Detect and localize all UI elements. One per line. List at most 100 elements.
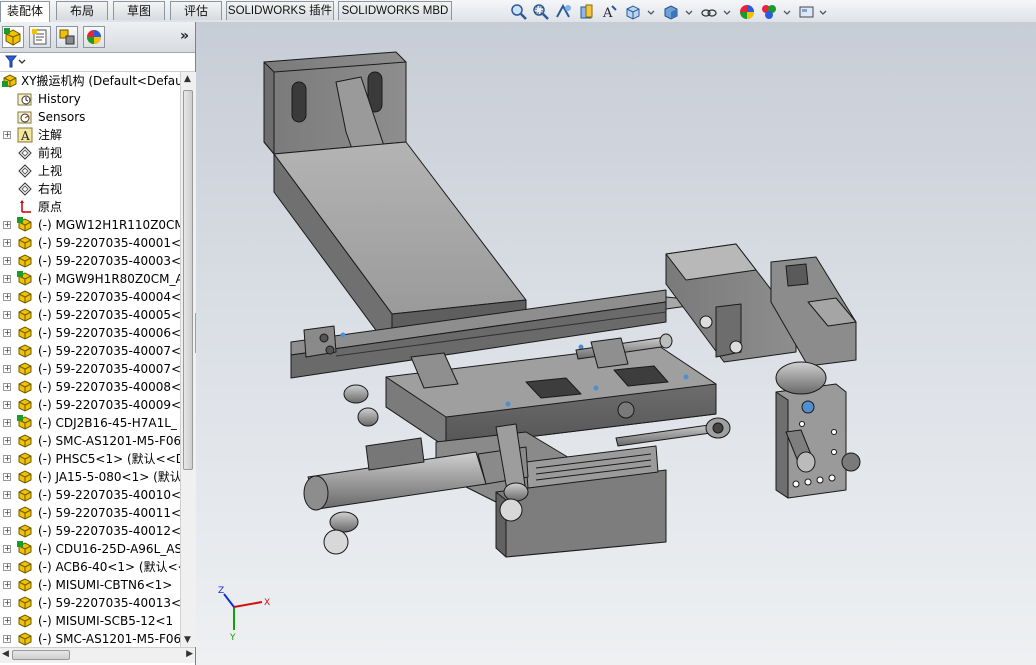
tree-item[interactable]: 右视 xyxy=(0,180,180,198)
panel-tabs: » xyxy=(0,22,195,53)
chevron-down-icon[interactable] xyxy=(642,3,660,21)
expand-toggle-icon[interactable]: + xyxy=(3,419,11,427)
tree-item[interactable]: 前视 xyxy=(0,144,180,162)
tree-item[interactable]: + (-) 59-2207035-40004<1 xyxy=(0,288,180,306)
scrollbar-thumb[interactable] xyxy=(12,650,70,660)
expand-toggle-icon[interactable]: + xyxy=(3,617,11,625)
assembly-model[interactable] xyxy=(196,22,1036,665)
chevron-down-icon[interactable] xyxy=(718,3,736,21)
tree-root-assembly[interactable]: XY搬运机构 (Default<Defau xyxy=(0,72,180,90)
origin-icon xyxy=(17,199,33,215)
tab-sketch[interactable]: 草图 xyxy=(113,1,165,20)
tree-item[interactable]: + (-) 59-2207035-40006<1 xyxy=(0,324,180,342)
expand-toggle-icon[interactable]: + xyxy=(3,365,11,373)
filter-icon[interactable] xyxy=(5,55,27,69)
expand-toggle-icon[interactable]: + xyxy=(3,545,11,553)
chevron-down-icon[interactable] xyxy=(778,3,796,21)
view-orientation-icon[interactable] xyxy=(624,3,642,21)
expand-toggle-icon[interactable]: + xyxy=(3,491,11,499)
tree-item[interactable]: + (-) SMC-AS1201-M5-F06 xyxy=(0,432,180,450)
tab-display-manager[interactable] xyxy=(83,26,105,48)
section-view-icon[interactable] xyxy=(578,3,596,21)
expand-toggle-icon[interactable]: + xyxy=(3,239,11,247)
expand-toggle-icon[interactable]: + xyxy=(3,473,11,481)
tab-assembly[interactable]: 装配体 xyxy=(0,1,50,22)
tree-item[interactable]: + (-) 59-2207035-40011<1 xyxy=(0,504,180,522)
chevron-down-icon[interactable] xyxy=(814,3,832,21)
tab-solidworks-mbd[interactable]: SOLIDWORKS MBD xyxy=(338,1,452,20)
tree-vertical-scrollbar[interactable]: ▲ ▼ xyxy=(180,72,196,647)
expand-chevron-icon[interactable]: » xyxy=(180,28,189,44)
previous-view-icon[interactable] xyxy=(554,3,572,21)
scroll-left-icon[interactable]: ◀ xyxy=(2,649,9,659)
tree-item[interactable]: + (-) ACB6-40<1> (默认<< xyxy=(0,558,180,576)
scroll-right-icon[interactable]: ▶ xyxy=(186,649,193,659)
zoom-to-fit-icon[interactable] xyxy=(510,3,528,21)
tree-item[interactable]: + (-) 59-2207035-40010<1 xyxy=(0,486,180,504)
tab-solidworks-addins[interactable]: SOLIDWORKS 插件 xyxy=(226,1,334,20)
apply-scene-icon[interactable] xyxy=(760,3,778,21)
expand-toggle-icon[interactable]: + xyxy=(3,221,11,229)
tree-item[interactable]: + (-) MGW12H1R110Z0CM xyxy=(0,216,180,234)
part-icon xyxy=(17,451,33,467)
tree-item[interactable]: + (-) CDJ2B16-45-H7A1L_ xyxy=(0,414,180,432)
tree-item[interactable]: + (-) 59-2207035-40007<1 xyxy=(0,342,180,360)
tree-item[interactable]: + (-) 59-2207035-40001<1 xyxy=(0,234,180,252)
hide-show-icon[interactable] xyxy=(700,3,718,21)
expand-toggle-icon[interactable]: + xyxy=(3,383,11,391)
tree-item[interactable]: 上视 xyxy=(0,162,180,180)
tree-item[interactable]: + (-) CDU16-25D-A96L_AS xyxy=(0,540,180,558)
tree-item[interactable]: + (-) 59-2207035-40003<1 xyxy=(0,252,180,270)
edit-appearance-icon[interactable] xyxy=(738,3,756,21)
tree-item[interactable]: Sensors xyxy=(0,108,180,126)
tree-item[interactable]: + (-) MISUMI-SCB5-12<1 xyxy=(0,612,180,630)
tree-item[interactable]: + (-) 59-2207035-40008<1 xyxy=(0,378,180,396)
graphics-area[interactable]: X Y Z xyxy=(196,22,1036,665)
tree-item[interactable]: + A 注解 xyxy=(0,126,180,144)
expand-toggle-icon[interactable]: + xyxy=(3,329,11,337)
tab-layout[interactable]: 布局 xyxy=(56,1,108,20)
tab-configuration-manager[interactable] xyxy=(56,26,78,48)
tree-item[interactable]: + (-) 59-2207035-40013<1 xyxy=(0,594,180,612)
scroll-up-icon[interactable]: ▲ xyxy=(184,74,191,84)
expand-toggle-icon[interactable]: + xyxy=(3,455,11,463)
tab-evaluate[interactable]: 评估 xyxy=(170,1,222,20)
tab-property-manager[interactable] xyxy=(29,26,51,48)
expand-toggle-icon[interactable]: + xyxy=(3,527,11,535)
expand-toggle-icon[interactable]: + xyxy=(3,311,11,319)
zoom-area-icon[interactable] xyxy=(532,3,550,21)
tree-item[interactable]: + (-) MGW9H1R80Z0CM_A xyxy=(0,270,180,288)
expand-toggle-icon[interactable]: + xyxy=(3,599,11,607)
tab-feature-manager[interactable] xyxy=(2,26,24,48)
expand-toggle-icon[interactable]: + xyxy=(3,131,11,139)
tree-item[interactable]: + (-) 59-2207035-40012<1 xyxy=(0,522,180,540)
expand-toggle-icon[interactable]: + xyxy=(3,437,11,445)
tree-item[interactable]: + (-) 59-2207035-40007<2 xyxy=(0,360,180,378)
plane-icon xyxy=(17,181,33,197)
tree-item[interactable]: + (-) 59-2207035-40005<1 xyxy=(0,306,180,324)
tree-item[interactable]: + (-) PHSC5<1> (默认<<D xyxy=(0,450,180,468)
expand-toggle-icon[interactable]: + xyxy=(3,401,11,409)
display-style-icon[interactable] xyxy=(662,3,680,21)
tree-item[interactable]: + (-) SMC-AS1201-M5-F06 xyxy=(0,630,180,647)
expand-toggle-icon[interactable]: + xyxy=(3,347,11,355)
dynamic-annotation-icon[interactable]: A xyxy=(600,3,618,21)
scroll-down-icon[interactable]: ▼ xyxy=(184,635,191,645)
chevron-down-icon[interactable] xyxy=(680,3,698,21)
expand-toggle-icon[interactable]: + xyxy=(3,509,11,517)
tree-horizontal-scrollbar[interactable]: ◀ ▶ xyxy=(0,647,195,663)
tree-item[interactable]: + (-) JA15-5-080<1> (默认 xyxy=(0,468,180,486)
tree-item[interactable]: 原点 xyxy=(0,198,180,216)
expand-toggle-icon[interactable]: + xyxy=(3,257,11,265)
tree-item[interactable]: + (-) MISUMI-CBTN6<1> xyxy=(0,576,180,594)
expand-toggle-icon[interactable]: + xyxy=(3,293,11,301)
scrollbar-thumb[interactable] xyxy=(183,90,193,470)
tree-item[interactable]: + (-) 59-2207035-40009<1 xyxy=(0,396,180,414)
tree-item[interactable]: History xyxy=(0,90,180,108)
expand-toggle-icon[interactable]: + xyxy=(3,635,11,643)
part-icon xyxy=(17,487,33,503)
expand-toggle-icon[interactable]: + xyxy=(3,275,11,283)
expand-toggle-icon[interactable]: + xyxy=(3,581,11,589)
tree-item-label: Sensors xyxy=(38,110,86,124)
expand-toggle-icon[interactable]: + xyxy=(3,563,11,571)
